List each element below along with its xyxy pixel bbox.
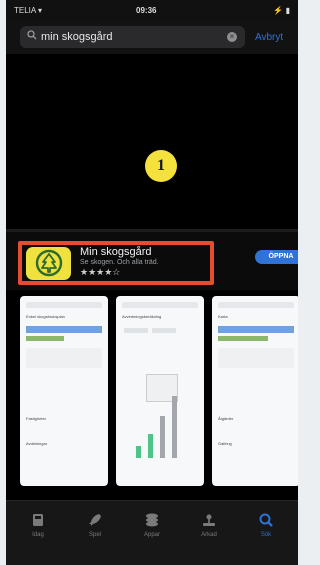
screenshot-bar xyxy=(136,446,141,458)
empty-banner-area xyxy=(6,54,298,229)
screenshot-header xyxy=(26,302,102,308)
phone-screen: TELIA ▾ 09:36 ⚡ ▮ × Avbryt 1 xyxy=(6,0,298,565)
screenshot-bar xyxy=(160,416,165,458)
screenshot-table xyxy=(26,348,102,368)
search-icon xyxy=(259,513,273,527)
clear-search-icon[interactable]: × xyxy=(227,32,237,42)
rocket-icon xyxy=(89,514,101,526)
search-icon xyxy=(27,30,37,40)
status-bar: TELIA ▾ 09:36 ⚡ ▮ xyxy=(6,0,298,20)
screenshot-bar xyxy=(172,396,177,458)
screenshot-text: Avverkningsberäkning xyxy=(122,314,162,319)
tab-search[interactable]: Sök xyxy=(246,510,286,546)
screenshot-text: Åtgärder xyxy=(218,416,234,421)
carrier-label: TELIA ▾ xyxy=(14,6,43,15)
battery-indicator: ⚡ ▮ xyxy=(273,6,290,15)
screenshot-text: Fastigheter xyxy=(26,416,47,421)
today-icon xyxy=(33,514,43,526)
screenshot-tab xyxy=(124,328,148,333)
screenshot-frame: TELIA ▾ 09:36 ⚡ ▮ × Avbryt 1 xyxy=(0,0,304,565)
search-input[interactable] xyxy=(41,28,216,46)
screenshot-text: Gallring xyxy=(218,441,232,446)
tab-label: Arkad xyxy=(201,532,217,538)
tab-label: Sök xyxy=(260,532,272,538)
open-button[interactable]: ÖPPNA xyxy=(255,250,298,264)
tab-today[interactable]: Idag xyxy=(18,510,58,546)
layers-icon xyxy=(146,513,158,527)
app-screenshot-1[interactable]: Enkel skogsbruksplan Fastigheter Avdelni… xyxy=(20,296,108,486)
cancel-button[interactable]: Avbryt xyxy=(255,32,283,43)
forest-logo-icon xyxy=(35,249,63,277)
tab-label: Appar xyxy=(143,532,160,538)
app-subtitle: Se skogen. Och alla träd. xyxy=(80,259,159,266)
app-screenshot-3[interactable]: Karta Åtgärder Gallring xyxy=(212,296,298,486)
clock: 09:36 xyxy=(136,6,157,15)
screenshot-text: Karta xyxy=(218,314,228,319)
joystick-icon xyxy=(203,514,215,526)
tab-label: Idag xyxy=(32,532,44,538)
tab-label: Spel xyxy=(88,532,101,538)
screenshot-bar xyxy=(26,326,102,333)
app-screenshot-2[interactable]: Avverkningsberäkning xyxy=(116,296,204,486)
screenshot-tab xyxy=(152,328,176,333)
search-bar: × Avbryt xyxy=(6,20,298,54)
rating-stars: ★★★★☆ xyxy=(80,267,121,277)
screenshot-text: Avdelningar xyxy=(26,441,48,446)
screenshot-bar xyxy=(148,434,153,458)
screenshot-table xyxy=(218,348,294,368)
tab-games[interactable]: Spel xyxy=(75,510,115,546)
step-badge: 1 xyxy=(145,150,177,182)
screenshot-bar xyxy=(218,336,268,341)
screenshot-header xyxy=(122,302,198,308)
search-field[interactable]: × xyxy=(20,26,245,48)
screenshot-text: Enkel skogsbruksplan xyxy=(26,314,65,319)
screenshot-bar xyxy=(218,326,294,333)
tab-apps[interactable]: Appar xyxy=(132,510,172,546)
screenshot-header xyxy=(218,302,294,308)
app-icon[interactable] xyxy=(26,247,71,280)
app-name[interactable]: Min skogsgård xyxy=(80,246,152,258)
screenshot-bar xyxy=(26,336,64,341)
tab-arcade[interactable]: Arkad xyxy=(189,510,229,546)
